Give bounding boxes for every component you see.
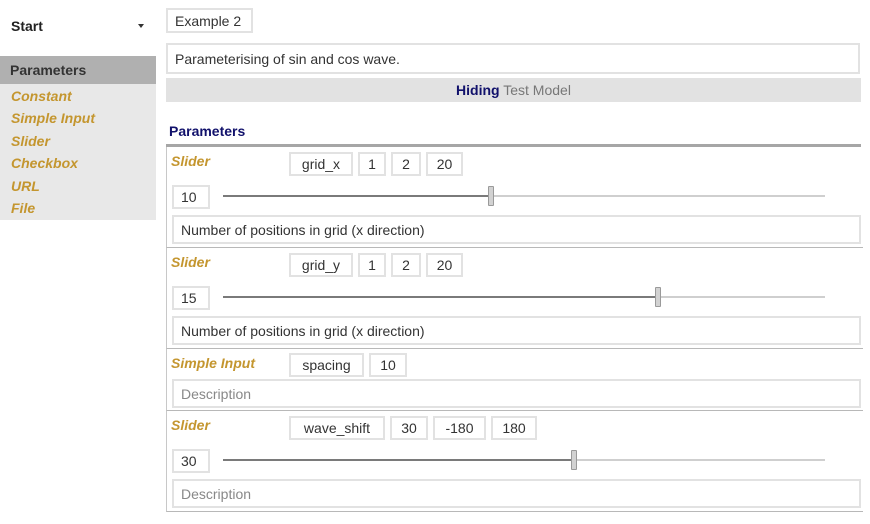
parameter-name-field[interactable]: grid_x	[289, 152, 353, 176]
step-field[interactable]: 1	[358, 152, 386, 176]
sidebar: Start Parameters Constant Simple Input S…	[0, 0, 156, 524]
parameter-type-label: Slider	[171, 254, 210, 270]
parameter-description-field[interactable]: Description	[172, 379, 861, 408]
sidebar-item-file[interactable]: File	[11, 200, 35, 216]
parameter-block-grid-y: Slider grid_y 1 2 20 15 Number of positi…	[166, 248, 863, 349]
slider-thumb[interactable]	[487, 186, 494, 206]
parameter-type-label: Slider	[171, 153, 210, 169]
model-label: Test Model	[503, 82, 571, 98]
sidebar-item-constant[interactable]: Constant	[11, 88, 72, 104]
parameter-description-placeholder: Description	[181, 385, 252, 402]
value-text: 10	[380, 357, 396, 373]
slider-value-field[interactable]: 10	[172, 185, 210, 209]
parameter-type-label: Simple Input	[171, 355, 255, 371]
slider-thumb[interactable]	[654, 287, 661, 307]
min-text: 2	[402, 156, 410, 172]
parameter-block-spacing: Simple Input spacing 10 Description	[166, 349, 863, 411]
min-field[interactable]: -180	[433, 416, 486, 440]
slider-fill	[223, 296, 658, 298]
min-text: 2	[402, 257, 410, 273]
parameter-description-text: Number of positions in grid (x direction…	[181, 322, 425, 339]
parameter-type-list: Constant Simple Input Slider Checkbox UR…	[0, 84, 156, 220]
slider-track[interactable]	[223, 287, 825, 307]
max-field[interactable]: 180	[491, 416, 537, 440]
parameter-name-text: spacing	[302, 357, 351, 373]
parameter-description-text: Number of positions in grid (x direction…	[181, 221, 425, 238]
slider-track[interactable]	[223, 450, 825, 470]
sidebar-item-checkbox[interactable]: Checkbox	[11, 155, 78, 171]
parameter-block-grid-x: Slider grid_x 1 2 20 10 Number of positi…	[166, 147, 863, 248]
max-text: 20	[436, 257, 453, 273]
caret-down-icon	[138, 24, 144, 28]
step-text: 30	[401, 420, 417, 436]
slider-fill	[223, 195, 491, 197]
slider-value-text: 15	[181, 290, 197, 306]
parameter-description-field[interactable]: Description	[172, 479, 861, 508]
slider-value-text: 30	[181, 453, 197, 469]
parameter-description-placeholder: Description	[181, 485, 252, 502]
slider-value-field[interactable]: 15	[172, 286, 210, 310]
value-field[interactable]: 10	[369, 353, 407, 377]
parameter-description-field[interactable]: Number of positions in grid (x direction…	[172, 316, 861, 345]
step-text: 1	[368, 156, 376, 172]
parameter-name-text: grid_y	[301, 257, 341, 273]
parameter-name-field[interactable]: spacing	[289, 353, 364, 377]
parameter-description-field[interactable]: Number of positions in grid (x direction…	[172, 215, 861, 244]
slider-value-field[interactable]: 30	[172, 449, 210, 473]
parameter-type-label: Slider	[171, 417, 210, 433]
hiding-label: Hiding	[456, 82, 500, 98]
slider-track[interactable]	[223, 186, 825, 206]
max-field[interactable]: 20	[426, 253, 463, 277]
sidebar-item-url[interactable]: URL	[11, 178, 40, 194]
parameter-block-wave-shift: Slider wave_shift 30 -180 180 30 Descrip…	[166, 411, 863, 512]
step-field[interactable]: 1	[358, 253, 386, 277]
min-field[interactable]: 2	[391, 152, 421, 176]
example-description-field[interactable]: Parameterising of sin and cos wave.	[166, 43, 860, 74]
slider-fill	[223, 459, 575, 461]
sidebar-parameters-header: Parameters	[0, 56, 156, 84]
start-dropdown[interactable]: Start	[0, 10, 156, 42]
parameter-name-field[interactable]: grid_y	[289, 253, 353, 277]
example-title-text: Example 2	[175, 12, 242, 29]
example-title-field[interactable]: Example 2	[166, 8, 253, 33]
parameters-heading: Parameters	[169, 123, 246, 139]
hiding-toggle-bar[interactable]: Hiding Test Model	[166, 78, 861, 102]
slider-thumb[interactable]	[571, 450, 578, 470]
start-label: Start	[11, 18, 43, 34]
sidebar-item-slider[interactable]: Slider	[11, 133, 50, 149]
max-text: 20	[436, 156, 453, 172]
step-text: 1	[368, 257, 376, 273]
example-description-text: Parameterising of sin and cos wave.	[175, 50, 400, 67]
parameter-name-text: grid_x	[301, 156, 341, 172]
parameter-name-field[interactable]: wave_shift	[289, 416, 385, 440]
parameter-name-text: wave_shift	[303, 420, 371, 436]
min-text: -180	[445, 420, 474, 436]
max-field[interactable]: 20	[426, 152, 463, 176]
sidebar-item-simple-input[interactable]: Simple Input	[11, 110, 95, 126]
step-field[interactable]: 30	[390, 416, 428, 440]
min-field[interactable]: 2	[391, 253, 421, 277]
max-text: 180	[502, 420, 526, 436]
slider-value-text: 10	[181, 189, 197, 205]
sidebar-parameters-label: Parameters	[10, 62, 87, 78]
